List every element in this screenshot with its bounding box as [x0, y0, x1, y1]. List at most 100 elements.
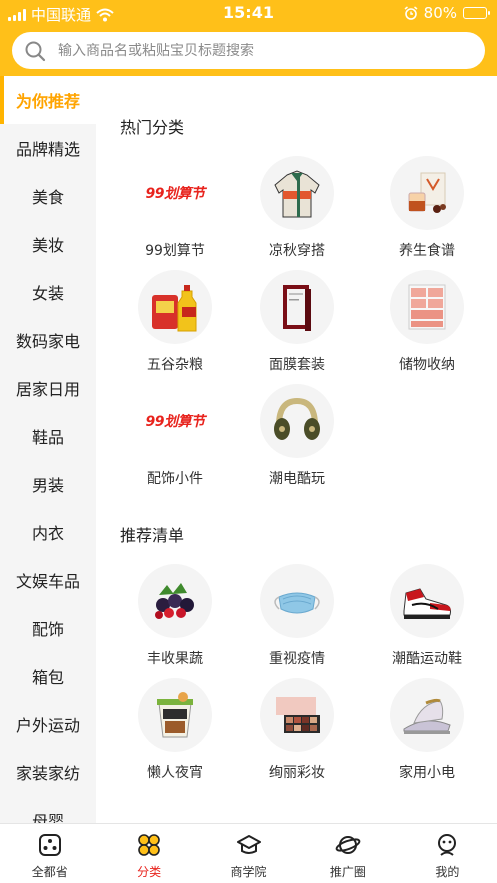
- category-item[interactable]: 面膜套装: [246, 270, 346, 380]
- sidebar-item-label: 居家日用: [15, 380, 80, 399]
- sidebar-item-label: 鞋品: [31, 428, 64, 447]
- bottom-tab-bar: 全都省 分类 商学院 推广圈 我的: [0, 823, 497, 883]
- sidebar-item-recommend[interactable]: 为你推荐: [0, 76, 96, 124]
- storage-drawer-icon: [390, 270, 464, 344]
- sidebar-item-label: 内衣: [31, 524, 64, 543]
- snack-cup-icon: [138, 678, 212, 752]
- tab-academy[interactable]: 商学院: [199, 824, 298, 883]
- iron-icon: [390, 678, 464, 752]
- category-item[interactable]: 99划算节 配饰小件: [124, 384, 224, 494]
- sidebar-item-home[interactable]: 居家日用: [0, 364, 96, 412]
- sidebar-item-label: 美妆: [31, 236, 64, 255]
- sidebar-item-label: 女装: [31, 284, 64, 303]
- sidebar-item-men[interactable]: 男装: [0, 460, 96, 508]
- sidebar-item-label: 品牌精选: [15, 140, 80, 159]
- tab-label: 我的: [435, 865, 460, 879]
- recommend-label: 重视疫情: [269, 651, 325, 667]
- sidebar-item-bags[interactable]: 箱包: [0, 652, 96, 700]
- recommend-label: 丰收果蔬: [147, 651, 203, 667]
- recommend-item[interactable]: 潮酷运动鞋: [376, 564, 476, 674]
- recommend-item[interactable]: 懒人夜宵: [124, 678, 224, 788]
- eyeshadow-palette-icon: [260, 678, 334, 752]
- brand-99-logo: 99划算节: [138, 384, 212, 458]
- sidebar-item-baby[interactable]: 母婴: [0, 796, 96, 823]
- grain-oil-icon: [138, 270, 212, 344]
- sidebar-item-digital[interactable]: 数码家电: [0, 316, 96, 364]
- sidebar-item-women[interactable]: 女装: [0, 268, 96, 316]
- recommend-item[interactable]: 丰收果蔬: [124, 564, 224, 674]
- category-label: 面膜套装: [269, 357, 325, 373]
- berries-icon: [138, 564, 212, 638]
- tab-label: 分类: [137, 865, 162, 879]
- category-label: 配饰小件: [147, 471, 203, 487]
- sidebar-item-label: 家装家纺: [15, 764, 80, 783]
- category-item[interactable]: 五谷杂粮: [124, 270, 224, 380]
- section-title-hot: 热门分类: [120, 118, 185, 137]
- section-title-recommend: 推荐清单: [120, 526, 185, 545]
- category-item[interactable]: 储物收纳: [376, 270, 476, 380]
- recommend-label: 潮酷运动鞋: [392, 651, 462, 667]
- sidebar-item-label: 配饰: [31, 620, 64, 639]
- recommend-item[interactable]: 重视疫情: [246, 564, 346, 674]
- sneaker-icon: [390, 564, 464, 638]
- tab-home[interactable]: 全都省: [0, 824, 99, 883]
- sidebar-item-label: 户外运动: [15, 716, 80, 735]
- sidebar-item-underwear[interactable]: 内衣: [0, 508, 96, 556]
- sidebar-item-label: 数码家电: [15, 332, 80, 351]
- search-bar[interactable]: [12, 32, 485, 69]
- sidebar-item-outdoor[interactable]: 户外运动: [0, 700, 96, 748]
- recommend-label: 绚丽彩妆: [269, 765, 325, 781]
- search-input[interactable]: [58, 42, 458, 59]
- status-right: 80%: [404, 4, 490, 22]
- sidebar-item-label: 为你推荐: [15, 92, 80, 111]
- category-label: 养生食谱: [399, 243, 455, 259]
- recommend-label: 家用小电: [399, 765, 455, 781]
- search-icon: [24, 40, 46, 62]
- headphones-icon: [260, 384, 334, 458]
- sidebar-item-label: 母婴: [31, 812, 64, 823]
- category-label: 储物收纳: [399, 357, 455, 373]
- battery-percent: 80%: [423, 4, 457, 22]
- sidebar-item-furnishing[interactable]: 家装家纺: [0, 748, 96, 796]
- sidebar-item-accessories[interactable]: 配饰: [0, 604, 96, 652]
- category-label: 潮电酷玩: [269, 471, 325, 487]
- brand-99-logo-text: 99划算节: [145, 186, 205, 202]
- tab-label: 全都省: [31, 865, 68, 879]
- alarm-icon: [404, 6, 418, 20]
- category-label: 五谷杂粮: [147, 357, 203, 373]
- tab-profile[interactable]: 我的: [398, 824, 497, 883]
- sidebar-item-food[interactable]: 美食: [0, 172, 96, 220]
- tab-category[interactable]: 分类: [99, 824, 198, 883]
- jacket-icon: [260, 156, 334, 230]
- status-bar: 中国联通 15:41 80%: [0, 0, 497, 26]
- sidebar-item-label: 文娱车品: [15, 572, 80, 591]
- sidebar-item-label: 美食: [31, 188, 64, 207]
- battery-icon: [463, 7, 490, 19]
- category-item[interactable]: 潮电酷玩: [246, 384, 346, 494]
- sidebar-item-brand[interactable]: 品牌精选: [0, 124, 96, 172]
- recommend-item[interactable]: 绚丽彩妆: [246, 678, 346, 788]
- category-icon: [138, 834, 160, 856]
- sidebar-item-shoes[interactable]: 鞋品: [0, 412, 96, 460]
- category-label: 凉秋穿搭: [269, 243, 325, 259]
- category-item[interactable]: 99划算节 99划算节: [124, 156, 224, 266]
- category-item[interactable]: 养生食谱: [376, 156, 476, 266]
- graduation-cap-icon: [236, 835, 261, 854]
- tab-label: 推广圈: [329, 865, 366, 879]
- header: 中国联通 15:41 80%: [0, 0, 497, 84]
- brand-99-logo-text: 99划算节: [145, 414, 205, 430]
- tab-label: 商学院: [230, 865, 267, 879]
- sidebar-item-label: 箱包: [31, 668, 64, 687]
- tab-promotion[interactable]: 推广圈: [298, 824, 397, 883]
- planet-icon: [335, 836, 361, 854]
- category-item[interactable]: 凉秋穿搭: [246, 156, 346, 266]
- brand-99-logo: 99划算节: [138, 156, 212, 230]
- category-content: 热门分类 99划算节 99划算节 凉秋穿搭 养生食谱 五谷杂粮 面膜套装 储物收…: [96, 76, 497, 823]
- sidebar-item-entertainment[interactable]: 文娱车品: [0, 556, 96, 604]
- profile-icon: [438, 834, 457, 856]
- tea-box-icon: [390, 156, 464, 230]
- recommend-item[interactable]: 家用小电: [376, 678, 476, 788]
- sidebar-item-label: 男装: [31, 476, 64, 495]
- category-sidebar: 为你推荐 品牌精选 美食 美妆 女装 数码家电 居家日用 鞋品 男装 内衣 文娱…: [0, 76, 96, 823]
- sidebar-item-beauty[interactable]: 美妆: [0, 220, 96, 268]
